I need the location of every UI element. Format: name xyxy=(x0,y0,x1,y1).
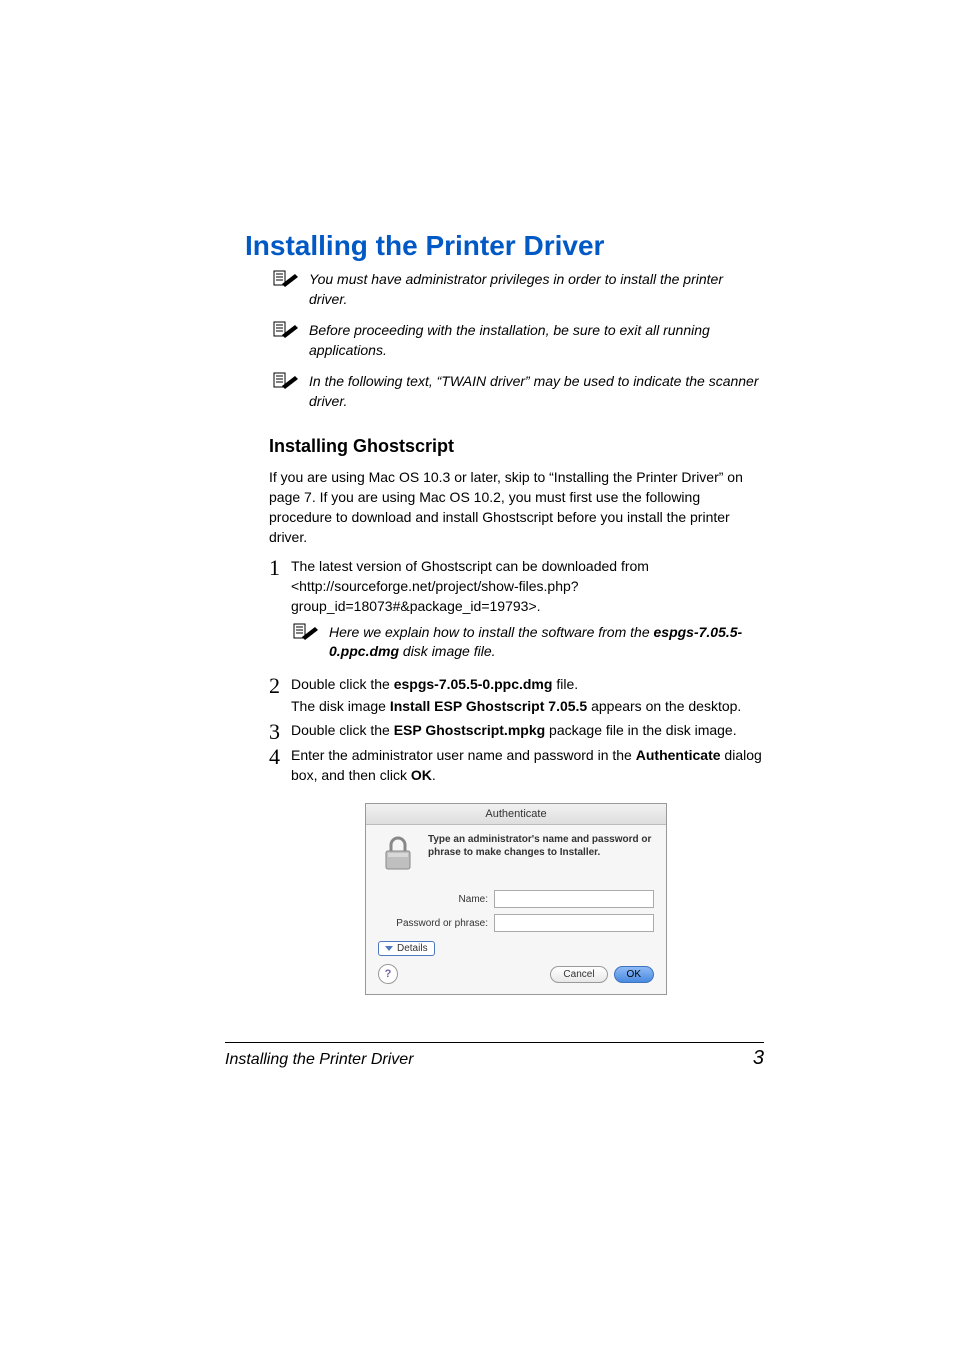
password-label: Password or phrase: xyxy=(378,918,488,929)
note-3: In the following text, “TWAIN driver” ma… xyxy=(273,372,764,411)
lock-icon xyxy=(378,833,418,873)
help-button[interactable]: ? xyxy=(378,964,398,984)
step-4: Enter the administrator user name and pa… xyxy=(269,745,764,786)
note-icon xyxy=(273,321,299,344)
footer-title: Installing the Printer Driver xyxy=(225,1051,414,1069)
dialog-title: Authenticate xyxy=(366,804,666,825)
details-button[interactable]: Details xyxy=(378,941,435,956)
chevron-down-icon xyxy=(385,946,393,951)
cancel-button[interactable]: Cancel xyxy=(550,966,607,983)
note-text: Before proceeding with the installation,… xyxy=(309,321,764,360)
page-footer: Installing the Printer Driver 3 xyxy=(225,1042,764,1070)
authenticate-dialog: Authenticate Type an administrator's nam… xyxy=(365,803,667,995)
dialog-message: Type an administrator's name and passwor… xyxy=(428,833,654,859)
step-3: Double click the ESP Ghostscript.mpkg pa… xyxy=(269,720,764,740)
note-icon xyxy=(293,623,319,646)
name-field[interactable] xyxy=(494,890,654,908)
note-icon xyxy=(273,372,299,395)
note-text: You must have administrator privileges i… xyxy=(309,270,764,309)
footer-page-number: 3 xyxy=(753,1047,764,1070)
step-1-text: The latest version of Ghostscript can be… xyxy=(291,558,649,615)
section-intro: If you are using Mac OS 10.3 or later, s… xyxy=(269,467,764,548)
step-1: The latest version of Ghostscript can be… xyxy=(269,556,764,617)
inline-note: Here we explain how to install the softw… xyxy=(293,623,764,662)
password-field[interactable] xyxy=(494,914,654,932)
step-2: Double click the espgs-7.05.5-0.ppc.dmg … xyxy=(269,674,764,717)
inline-note-text: Here we explain how to install the softw… xyxy=(329,623,764,662)
note-text: In the following text, “TWAIN driver” ma… xyxy=(309,372,764,411)
name-label: Name: xyxy=(378,894,488,905)
page-title: Installing the Printer Driver xyxy=(245,230,764,262)
note-icon xyxy=(273,270,299,293)
section-title: Installing Ghostscript xyxy=(269,436,764,457)
note-1: You must have administrator privileges i… xyxy=(273,270,764,309)
ok-button[interactable]: OK xyxy=(614,966,654,983)
note-2: Before proceeding with the installation,… xyxy=(273,321,764,360)
